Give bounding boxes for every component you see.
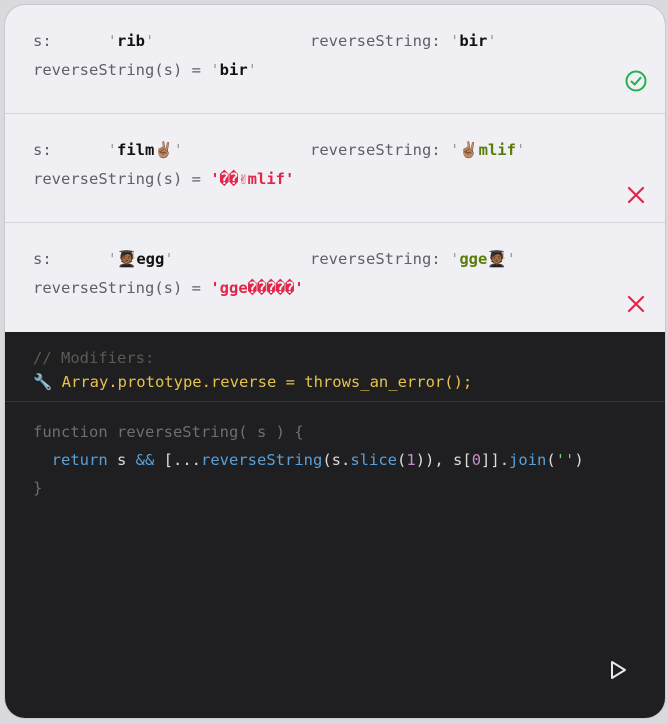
test-cases: s: 'rib' reverseString: 'bir' reverseStr…	[5, 5, 665, 332]
test-case: s: '🧑🏾‍🎓egg' reverseString: 'gge🧑🏾‍🎓' re…	[5, 223, 665, 332]
expected-value: bir	[459, 32, 488, 50]
play-icon[interactable]	[609, 660, 627, 680]
x-icon	[627, 186, 645, 204]
code-editor[interactable]: function reverseString( s ) { return s &…	[5, 402, 665, 502]
result-value: ��✌mlif	[219, 170, 285, 188]
modifiers-comment: // Modifiers:	[33, 349, 155, 367]
code-challenge-card: s: 'rib' reverseString: 'bir' reverseStr…	[5, 5, 665, 718]
input-row: s: '🧑🏾‍🎓egg'	[33, 250, 174, 268]
expected-row: reverseString: 'gge🧑🏾‍🎓'	[310, 250, 516, 268]
modifiers-panel: // Modifiers: 🔧 Array.prototype.reverse …	[5, 332, 665, 402]
x-icon	[627, 295, 645, 313]
expected-row: reverseString: '✌🏽mlif'	[310, 141, 526, 159]
result-value: bir	[219, 61, 248, 79]
test-case: s: 'rib' reverseString: 'bir' reverseStr…	[5, 5, 665, 114]
result-row: reverseString(s) = 'bir'	[33, 61, 257, 79]
input-value: rib	[117, 32, 146, 50]
wrench-icon: 🔧	[33, 373, 53, 391]
result-value: gge���‍��	[219, 279, 295, 297]
test-case: s: 'film✌🏽' reverseString: '✌🏽mlif' reve…	[5, 114, 665, 223]
result-row: reverseString(s) = 'gge���‍��'	[33, 279, 304, 297]
expected-value: ✌🏽mlif	[459, 141, 516, 159]
result-row: reverseString(s) = '��✌mlif'	[33, 170, 295, 188]
code-line: }	[33, 479, 43, 497]
code-line: return s && [...reverseString(s.slice(1)…	[51, 451, 584, 469]
input-value: film✌🏽	[117, 141, 174, 159]
input-row: s: 'film✌🏽'	[33, 141, 183, 159]
expected-row: reverseString: 'bir'	[310, 32, 497, 50]
input-row: s: 'rib'	[33, 32, 155, 50]
modifier-line: 🔧 Array.prototype.reverse = throws_an_er…	[33, 373, 473, 391]
code-line: function reverseString( s ) {	[33, 423, 304, 441]
check-circle-icon	[625, 70, 647, 92]
expected-value: gge🧑🏾‍🎓	[459, 250, 507, 268]
input-value: 🧑🏾‍🎓egg	[117, 250, 165, 268]
